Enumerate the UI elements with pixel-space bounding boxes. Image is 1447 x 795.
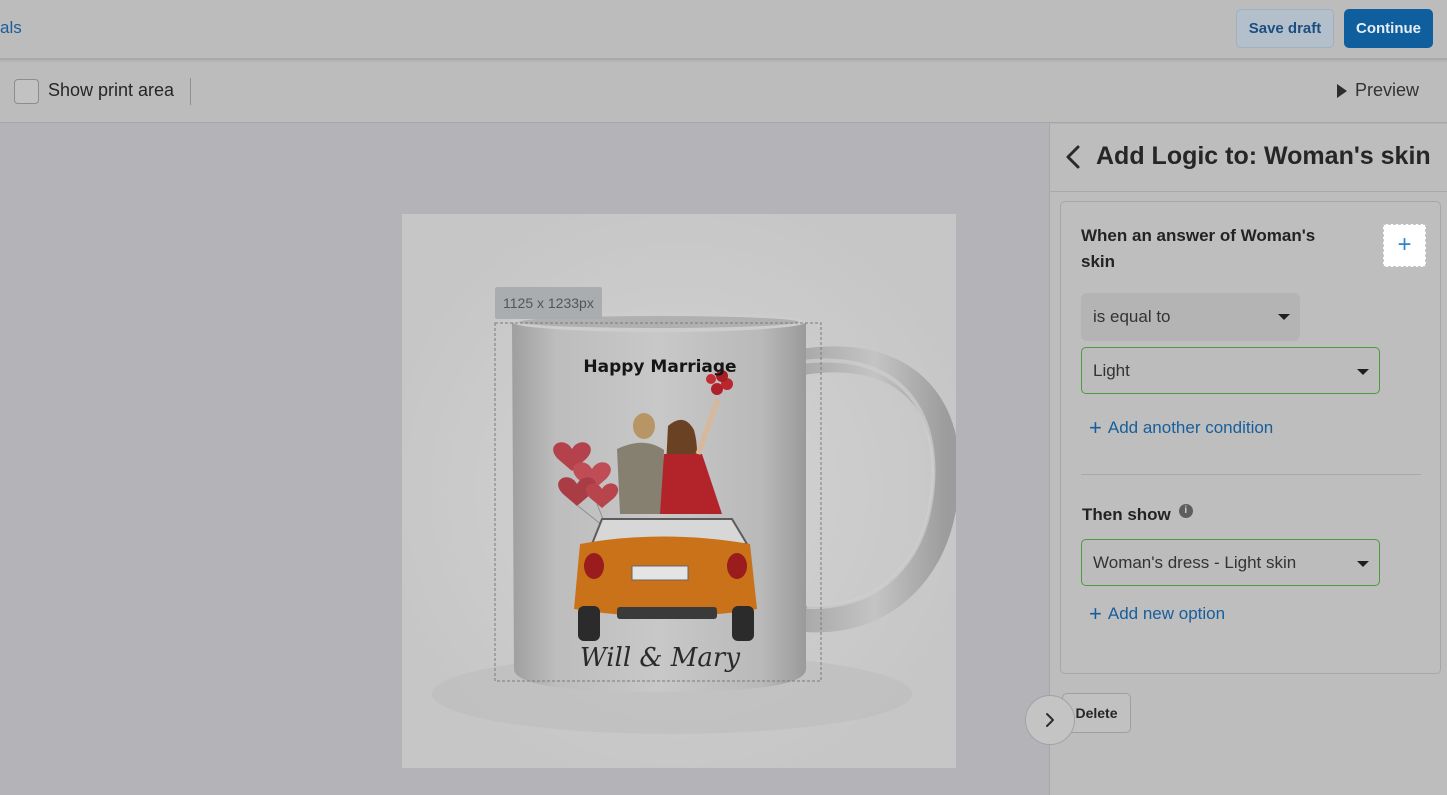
continue-button[interactable]: Continue: [1344, 9, 1433, 48]
caret-down-icon: [1278, 314, 1290, 320]
plus-icon: +: [1397, 231, 1412, 258]
logic-panel: Add Logic to: Woman's skin When an answe…: [1049, 124, 1447, 795]
toolbar-divider: [190, 78, 191, 105]
preview-label: Preview: [1355, 80, 1420, 100]
info-icon[interactable]: i: [1178, 504, 1193, 518]
show-print-area-checkbox[interactable]: [14, 79, 39, 104]
show-print-area-label[interactable]: Show print area: [48, 80, 174, 101]
add-rule-button[interactable]: +: [1383, 224, 1426, 267]
chevron-right-icon: [1046, 713, 1054, 727]
then-show-heading: Then show i: [1082, 504, 1193, 525]
answer-value-select[interactable]: Light: [1081, 347, 1380, 394]
caret-down-icon: [1357, 369, 1369, 375]
play-icon: [1337, 83, 1347, 98]
save-draft-button[interactable]: Save draft: [1236, 9, 1334, 48]
then-show-label: Then show: [1082, 505, 1171, 524]
add-option-link[interactable]: + Add new option: [1089, 601, 1226, 626]
top-bar: als Save draft Continue: [0, 0, 1447, 60]
panel-title: Add Logic to: Woman's skin: [1096, 142, 1431, 170]
plus-icon: +: [1089, 601, 1102, 626]
operator-select[interactable]: is equal to: [1081, 293, 1300, 341]
show-option-select[interactable]: Woman's dress - Light skin: [1081, 539, 1380, 586]
panel-header: Add Logic to: Woman's skin: [1050, 124, 1447, 192]
logic-rule-card: When an answer of Woman's skin + is equa…: [1060, 201, 1441, 674]
condition-title: When an answer of Woman's skin: [1081, 226, 1316, 271]
add-condition-label: Add another condition: [1107, 418, 1274, 437]
print-size-label: 1125 x 1233px: [495, 287, 602, 319]
editor-toolbar: Show print area Preview: [0, 62, 1447, 123]
caret-down-icon: [1357, 561, 1369, 567]
design-canvas: 1125 x 1233px Happy Marriage Will & Mary: [0, 124, 1049, 795]
mug-names-text: Will & Mary: [580, 643, 740, 673]
preview-button[interactable]: Preview: [1337, 80, 1419, 101]
mug-illustration: Happy Marriage Will & Mary: [402, 214, 956, 768]
product-mockup: 1125 x 1233px Happy Marriage Will & Mary: [402, 214, 956, 768]
mug-headline-text: Happy Marriage: [583, 357, 736, 377]
add-option-label: Add new option: [1107, 604, 1226, 623]
back-link[interactable]: als: [0, 18, 22, 38]
card-divider: [1081, 474, 1421, 475]
add-condition-link[interactable]: + Add another condition: [1089, 415, 1274, 440]
collapse-panel-button[interactable]: [1025, 695, 1075, 745]
answer-value: Light: [1093, 361, 1130, 380]
operator-value: is equal to: [1093, 307, 1171, 326]
show-option-value: Woman's dress - Light skin: [1093, 553, 1297, 572]
plus-icon: +: [1089, 415, 1102, 440]
chevron-left-icon[interactable]: [1060, 142, 1084, 172]
